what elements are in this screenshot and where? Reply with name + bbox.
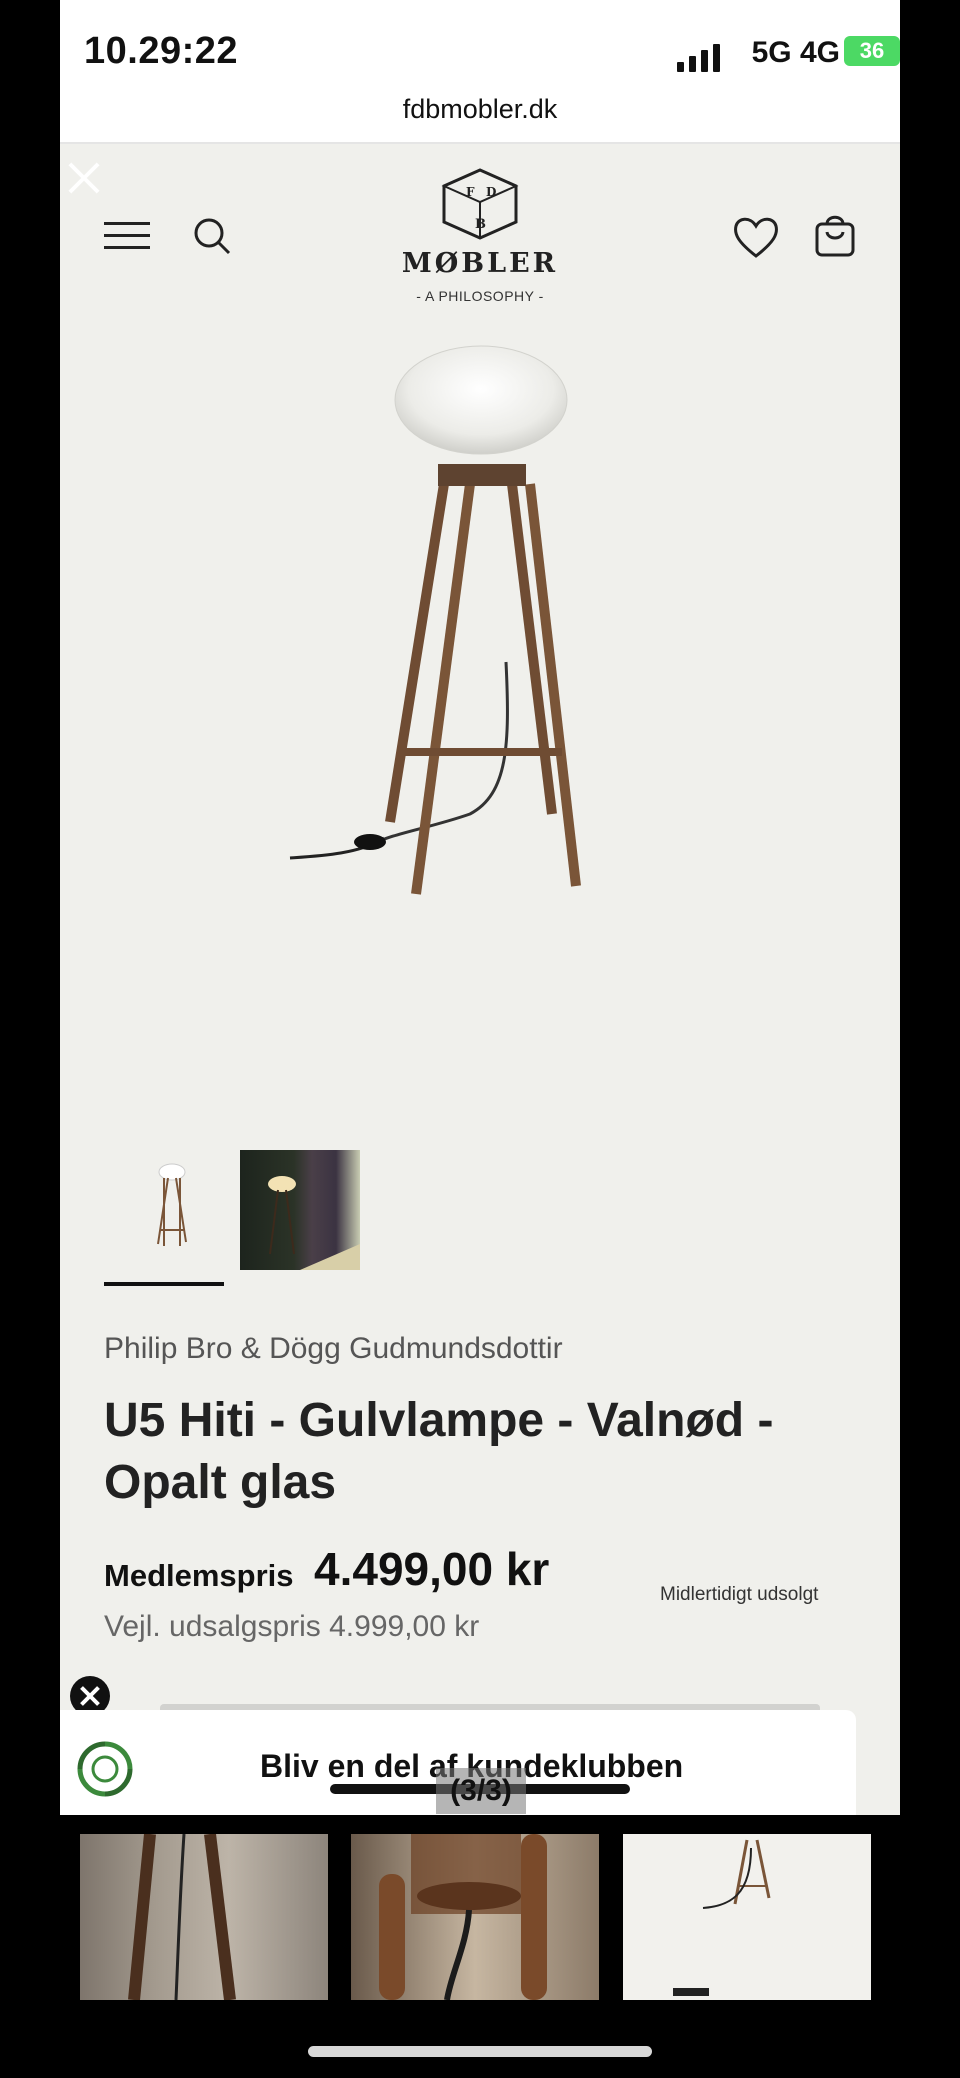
close-icon[interactable] <box>62 156 106 200</box>
status-bar: 10.29:22 5G 4G 36 fdbmobler.dk <box>60 0 900 144</box>
logo[interactable]: F D B MØBLER - A PHILOSOPHY - <box>380 164 580 304</box>
phone-screenshot: 10.29:22 5G 4G 36 fdbmobler.dk F D B MØB… <box>60 0 900 1815</box>
svg-text:B: B <box>475 217 486 232</box>
member-price: 4.499,00 kr <box>314 1543 550 1595</box>
screenshot-gallery <box>80 1834 880 2000</box>
network-label: 5G 4G <box>751 36 840 69</box>
lamp-product-photo-icon <box>673 1839 771 1996</box>
gallery-thumbnail-2[interactable] <box>351 1834 599 2000</box>
recommended-price: Vejl. udsalgspris 4.999,00 kr <box>104 1610 480 1643</box>
gallery-thumbnail-3[interactable] <box>623 1834 871 2000</box>
product-image[interactable] <box>260 344 700 964</box>
battery-icon: 36 <box>844 36 900 66</box>
bag-icon[interactable] <box>814 212 856 258</box>
search-icon[interactable] <box>192 216 232 256</box>
lamp-thumbnail-icon <box>157 1163 187 1246</box>
gallery-thumbnail-1[interactable] <box>80 1834 328 2000</box>
room-lamp-thumbnail-icon <box>268 1176 360 1270</box>
image-counter: (3/3) <box>436 1768 526 1814</box>
thumbnail-selected-indicator <box>104 1282 224 1286</box>
logo-tagline: - A PHILOSOPHY - <box>416 288 544 304</box>
logo-emblem-icon: F D B <box>441 168 519 240</box>
logo-name: MØBLER <box>401 248 559 279</box>
availability-status: Midlertidigt udsolgt <box>660 1584 819 1605</box>
heart-icon[interactable] <box>732 214 780 260</box>
signal-icon <box>677 44 720 72</box>
lamp-socket-photo-icon <box>379 1834 547 2000</box>
menu-icon[interactable] <box>104 220 150 252</box>
svg-text:F: F <box>466 185 475 199</box>
browser-url[interactable]: fdbmobler.dk <box>60 94 900 125</box>
website: F D B MØBLER - A PHILOSOPHY - Philip Bro… <box>60 144 900 1815</box>
thumbnail-1[interactable] <box>104 1150 224 1270</box>
product-designer[interactable]: Philip Bro & Dögg Gudmundsdottir <box>104 1332 563 1366</box>
status-time: 10.29:22 <box>84 30 239 72</box>
product-title: U5 Hiti - Gulvlampe - Valnød - Opalt gla… <box>104 1394 774 1509</box>
member-price-label: Medlemspris <box>104 1558 294 1593</box>
svg-text:D: D <box>486 185 496 199</box>
lamp-legs-photo-icon <box>128 1834 236 2000</box>
home-indicator[interactable] <box>308 2046 652 2057</box>
thumbnail-2[interactable] <box>240 1150 360 1270</box>
club-recycle-icon <box>77 1741 133 1797</box>
screen: 10.29:22 5G 4G 36 fdbmobler.dk F D B MØB… <box>0 0 960 2078</box>
